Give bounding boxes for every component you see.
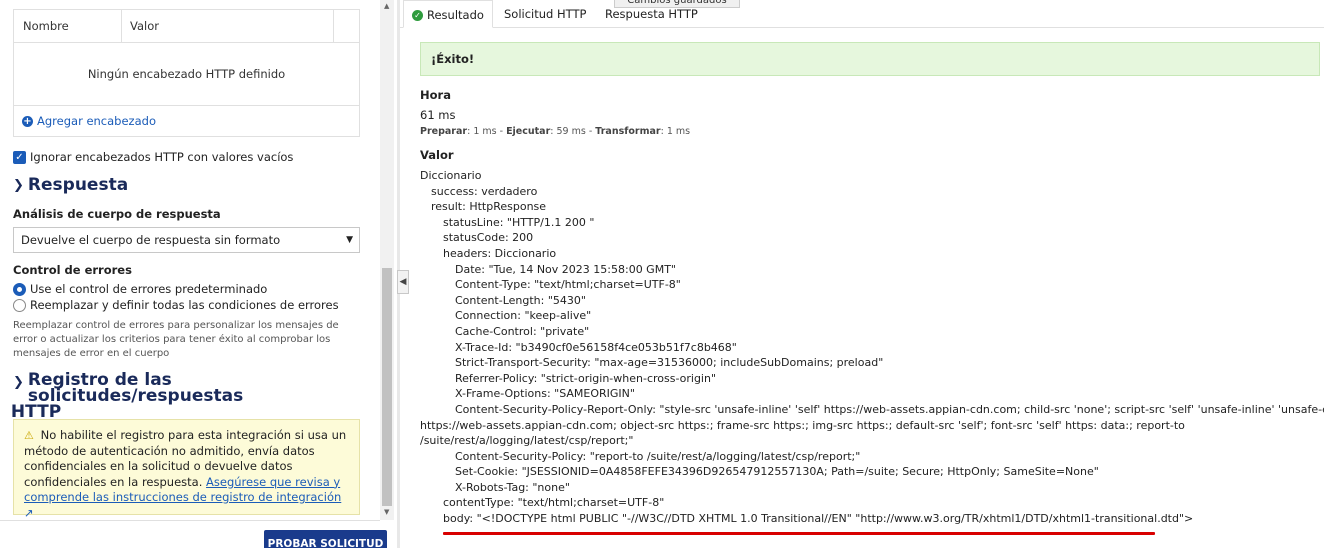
- radio-default-label: Use el control de errores predeterminado: [30, 282, 268, 296]
- column-divider: [333, 10, 334, 43]
- prep-value: : 1 ms -: [467, 126, 507, 137]
- plus-circle-icon: +: [22, 115, 33, 127]
- tree-status-line: statusLine: "HTTP/1.1 200 ": [443, 215, 595, 229]
- warning-icon: ⚠: [24, 429, 34, 442]
- add-header-label: Agregar encabezado: [37, 114, 156, 128]
- tree-header-sts: Strict-Transport-Security: "max-age=3153…: [455, 356, 884, 370]
- result-value-tree: Diccionario success: verdadero result: H…: [420, 168, 1324, 527]
- chevron-down-icon: ❯: [13, 178, 24, 193]
- parse-select-value: Devuelve el cuerpo de respuesta sin form…: [21, 233, 281, 247]
- test-request-button[interactable]: PROBAR SOLICITUD: [264, 530, 387, 548]
- scroll-thumb[interactable]: [382, 268, 392, 506]
- tree-result: result: HttpResponse: [431, 200, 547, 214]
- check-circle-icon: ✓: [412, 10, 423, 21]
- tree-header-trace-id: X-Trace-Id: "b3490cf0e56158f4ce053b51f7c…: [455, 340, 737, 354]
- tree-header-x-robots-tag: X-Robots-Tag: "none": [455, 480, 570, 494]
- tab-result-label: Resultado: [427, 8, 484, 22]
- tree-header-set-cookie: Set-Cookie: "JSESSIONID=0A4858FEFE34396D…: [455, 465, 1099, 479]
- empty-table-message: Ningún encabezado HTTP definido: [14, 43, 359, 106]
- logging-title-line1: Registro de las solicitudes/respuestas: [27, 370, 244, 406]
- tree-body: body: "<!DOCTYPE html PUBLIC "-//W3C//DT…: [443, 512, 1194, 526]
- tab-http-request[interactable]: Solicitud HTTP: [504, 7, 586, 21]
- chevron-down-icon: ❯: [13, 375, 24, 390]
- radio-unselected-icon[interactable]: [13, 298, 26, 312]
- external-link-icon[interactable]: ↗: [24, 506, 34, 520]
- radio-default-errors[interactable]: Use el control de errores predeterminado: [13, 282, 267, 296]
- column-name: Nombre: [23, 19, 69, 33]
- tree-header-csp: Content-Security-Policy: "report-to /sui…: [455, 449, 861, 463]
- time-label: Hora: [420, 88, 451, 102]
- logging-section-title: Registro de las solicitudes/respuestas HT…: [11, 370, 380, 421]
- tree-header-x-frame-options: X-Frame-Options: "SAMEORIGIN": [455, 387, 635, 401]
- tab-http-response[interactable]: Respuesta HTTP: [605, 7, 698, 21]
- tree-header-csp-report-only-cont: https://web-assets.appian-cdn.com; objec…: [420, 418, 1185, 432]
- caret-down-icon: ▼: [346, 235, 353, 245]
- tab-result[interactable]: ✓ Resultado: [403, 0, 493, 28]
- tree-root: Diccionario: [420, 169, 482, 182]
- parse-select[interactable]: Devuelve el cuerpo de respuesta sin form…: [13, 227, 360, 253]
- success-banner: ¡Éxito!: [420, 42, 1320, 76]
- tree-header-csp-report-only-end: /suite/rest/a/logging/latest/csp/report;…: [420, 434, 634, 448]
- error-help-text: Reemplazar control de errores para perso…: [13, 320, 339, 359]
- left-scrollbar[interactable]: ▲ ▼: [380, 0, 394, 520]
- headers-table-header: Nombre Valor: [14, 10, 359, 43]
- exec-label: Ejecutar: [506, 126, 551, 137]
- integration-editor: Nombre Valor Ningún encabezado HTTP defi…: [0, 0, 1324, 548]
- saved-toast: Cambios guardados: [614, 0, 740, 8]
- ignore-empty-checkbox-row[interactable]: ✓ Ignorar encabezados HTTP con valores v…: [13, 150, 293, 164]
- tree-header-cache-control: Cache-Control: "private": [455, 324, 590, 338]
- prep-label: Preparar: [420, 126, 468, 137]
- headers-table: Nombre Valor Ningún encabezado HTTP defi…: [13, 9, 360, 137]
- tree-status-code: statusCode: 200: [443, 231, 534, 245]
- logging-warning-box: ⚠ No habilite el registro para esta inte…: [13, 419, 360, 520]
- tree-header-content-length: Content-Length: "5430": [455, 293, 586, 307]
- radio-selected-icon[interactable]: [13, 282, 26, 296]
- time-value: 61 ms: [420, 108, 456, 122]
- radio-override-errors[interactable]: Reemplazar y definir todas las condicion…: [13, 298, 339, 312]
- response-section-header[interactable]: ❯ Respuesta: [13, 175, 128, 195]
- add-header-link[interactable]: + Agregar encabezado: [22, 114, 156, 128]
- scroll-down-icon[interactable]: ▼: [384, 508, 389, 516]
- timing-breakdown: Preparar: 1 ms - Ejecutar: 59 ms - Trans…: [420, 126, 690, 137]
- body-highlight-underline: [443, 532, 1155, 535]
- config-panel: Nombre Valor Ningún encabezado HTTP defi…: [0, 0, 380, 548]
- exec-value: : 59 ms -: [550, 126, 596, 137]
- tree-header-referrer-policy: Referrer-Policy: "strict-origin-when-cro…: [455, 371, 717, 385]
- value-label: Valor: [420, 148, 454, 162]
- logging-section-header[interactable]: ❯ Registro de las solicitudes/respuestas…: [11, 370, 380, 421]
- tree-header-content-type: Content-Type: "text/html;charset=UTF-8": [455, 278, 681, 292]
- tree-header-date: Date: "Tue, 14 Nov 2023 15:58:00 GMT": [455, 262, 676, 276]
- error-handling-label: Control de errores: [13, 263, 132, 277]
- parse-label: Análisis de cuerpo de respuesta: [13, 207, 221, 221]
- tree-header-csp-report-only: Content-Security-Policy-Report-Only: "st…: [455, 402, 1324, 416]
- radio-override-label: Reemplazar y definir todas las condicion…: [30, 298, 339, 312]
- format-label: Transformar: [595, 126, 661, 137]
- result-tabs: ✓ Resultado Solicitud HTTP Respuesta HTT…: [400, 0, 1324, 28]
- checkbox-checked-icon[interactable]: ✓: [13, 150, 26, 164]
- scroll-up-icon[interactable]: ▲: [384, 2, 389, 10]
- format-value: : 1 ms: [660, 126, 691, 137]
- tree-headers: headers: Diccionario: [443, 246, 557, 260]
- tree-content-type: contentType: "text/html;charset=UTF-8": [443, 496, 665, 510]
- tree-header-connection: Connection: "keep-alive": [455, 309, 592, 323]
- column-value: Valor: [130, 19, 159, 33]
- results-panel: ✓ Resultado Solicitud HTTP Respuesta HTT…: [400, 0, 1324, 548]
- column-divider: [121, 10, 122, 43]
- response-section-title: Respuesta: [27, 175, 129, 195]
- ignore-empty-label: Ignorar encabezados HTTP con valores vac…: [30, 150, 294, 164]
- tree-success: success: verdadero: [431, 184, 538, 198]
